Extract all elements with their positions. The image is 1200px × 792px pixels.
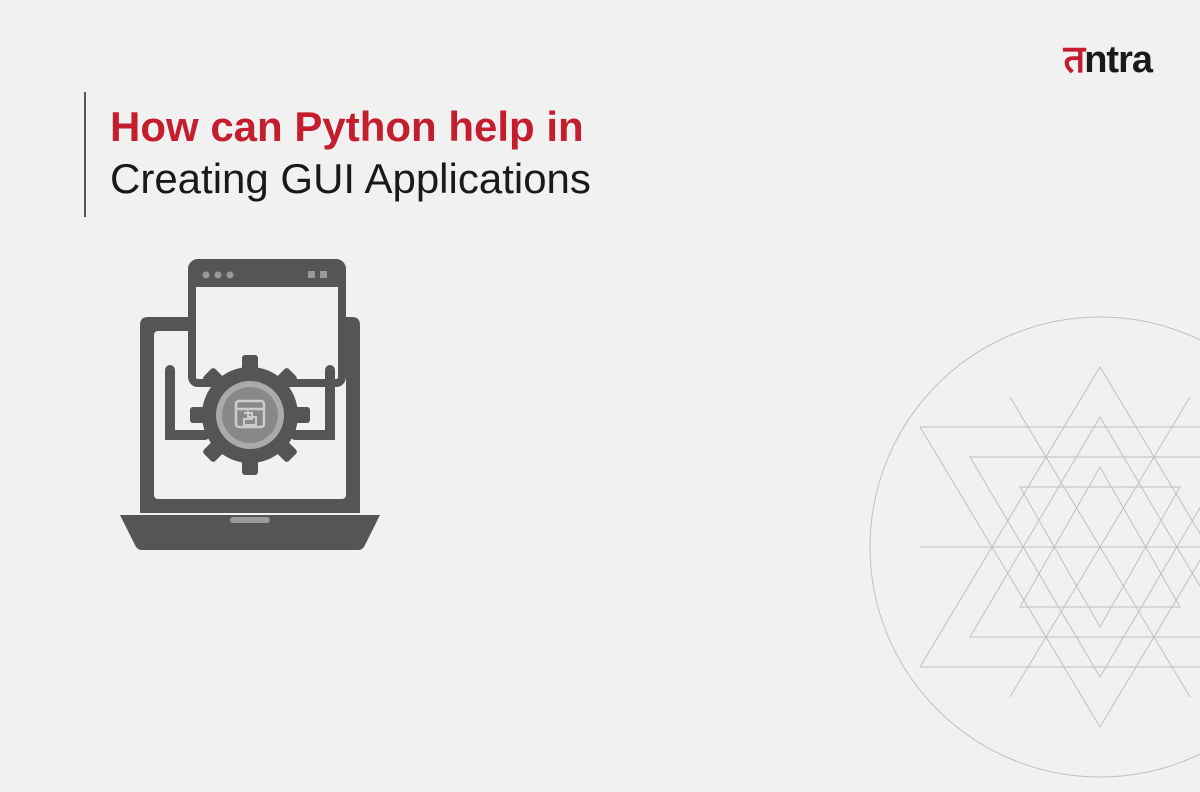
brand-logo: तntra [1064,32,1152,84]
title-line-2: Creating GUI Applications [110,152,591,207]
title-line-1: How can Python help in [110,102,591,152]
logo-red-char: त [1064,39,1085,81]
laptop-gui-illustration [110,255,390,565]
logo-text: ntra [1084,39,1152,81]
geometric-background-pattern [860,307,1200,787]
title-block: How can Python help in Creating GUI Appl… [84,92,591,217]
